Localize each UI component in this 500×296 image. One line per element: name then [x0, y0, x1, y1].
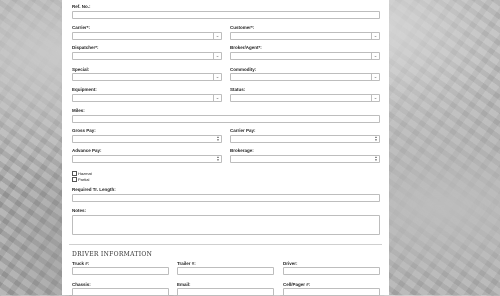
- carrier-select[interactable]: ⌄: [72, 32, 222, 40]
- carrier-pay-input[interactable]: ▲ ▼: [230, 135, 380, 143]
- number-spinner-icon[interactable]: ▲ ▼: [374, 156, 378, 162]
- truck-input[interactable]: [72, 267, 169, 275]
- chevron-down-icon: ⌄: [371, 53, 379, 59]
- number-spinner-icon[interactable]: ▲ ▼: [374, 136, 378, 142]
- commodity-select[interactable]: ⌄: [230, 73, 380, 81]
- truck-label: Truck #:: [72, 261, 90, 266]
- dispatcher-select[interactable]: ⌄: [72, 52, 222, 60]
- broker-select[interactable]: ⌄: [230, 52, 380, 60]
- status-label: Status:: [230, 87, 246, 92]
- trailer-input[interactable]: [177, 267, 274, 275]
- cell-pager-label: Cell/Pager #:: [283, 282, 311, 287]
- partial-option[interactable]: Partial: [72, 177, 90, 183]
- driver-input[interactable]: [283, 267, 380, 275]
- miles-label: Miles:: [72, 108, 85, 113]
- email-label: Email:: [177, 282, 191, 287]
- brokerage-label: Brokerage:: [230, 148, 254, 153]
- form-panel: Ref. No.: Carrier*: ⌄ Customer*: ⌄ Dispa…: [62, 0, 389, 296]
- number-spinner-icon[interactable]: ▲ ▼: [216, 136, 220, 142]
- notes-label: Notes:: [72, 208, 87, 213]
- dispatcher-label: Dispatcher*:: [72, 45, 99, 50]
- carrier-label: Carrier*:: [72, 25, 91, 30]
- advance-pay-input[interactable]: ▲ ▼: [72, 155, 222, 163]
- chevron-down-icon: ⌄: [213, 53, 221, 59]
- notes-textarea[interactable]: [72, 215, 380, 235]
- chevron-down-icon: ⌄: [213, 74, 221, 80]
- broker-label: Broker/Agent*:: [230, 45, 262, 50]
- partial-checkbox[interactable]: [72, 177, 77, 183]
- gross-pay-label: Gross Pay:: [72, 128, 96, 133]
- trailer-label: Trailer #:: [177, 261, 196, 266]
- gross-pay-input[interactable]: ▲ ▼: [72, 135, 222, 143]
- special-select[interactable]: ⌄: [72, 73, 222, 81]
- commodity-label: Commodity:: [230, 67, 257, 72]
- brokerage-input[interactable]: ▲ ▼: [230, 155, 380, 163]
- advance-pay-label: Advance Pay:: [72, 148, 102, 153]
- miles-input[interactable]: [72, 115, 380, 123]
- ref-no-label: Ref. No.:: [72, 4, 91, 9]
- chevron-down-icon: ⌄: [213, 33, 221, 39]
- hazmat-checkbox-label: Hazmat: [78, 171, 92, 176]
- carrier-pay-label: Carrier Pay:: [230, 128, 256, 133]
- number-spinner-icon[interactable]: ▲ ▼: [216, 156, 220, 162]
- section-divider: [69, 244, 382, 245]
- chevron-down-icon: ⌄: [213, 95, 221, 101]
- customer-select[interactable]: ⌄: [230, 32, 380, 40]
- ref-no-input[interactable]: [72, 11, 380, 19]
- status-select[interactable]: ⌄: [230, 94, 380, 102]
- special-label: Special:: [72, 67, 90, 72]
- driver-information-heading: DRIVER INFORMATION: [72, 251, 153, 258]
- chevron-down-icon: ⌄: [371, 74, 379, 80]
- equipment-label: Equipment:: [72, 87, 97, 92]
- chevron-down-icon: ⌄: [371, 33, 379, 39]
- hazmat-option[interactable]: Hazmat: [72, 171, 92, 177]
- required-length-input[interactable]: [72, 194, 380, 202]
- chevron-down-icon: ⌄: [371, 95, 379, 101]
- hazmat-checkbox[interactable]: [72, 171, 77, 177]
- partial-checkbox-label: Partial: [78, 177, 90, 182]
- driver-label: Driver:: [283, 261, 298, 266]
- equipment-select[interactable]: ⌄: [72, 94, 222, 102]
- chassis-label: Chassis:: [72, 282, 91, 287]
- customer-label: Customer*:: [230, 25, 255, 30]
- required-length-label: Required Tr. Length:: [72, 187, 116, 192]
